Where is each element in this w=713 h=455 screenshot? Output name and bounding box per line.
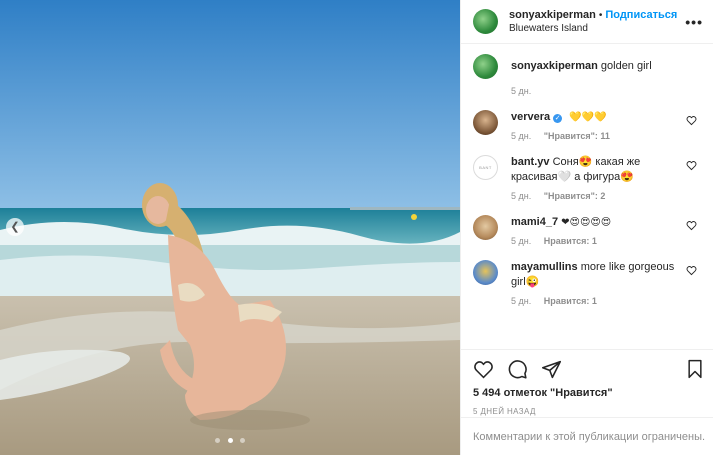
caption-text: golden girl xyxy=(600,60,652,72)
beach-photo xyxy=(0,0,460,455)
verified-badge-icon: ✓ xyxy=(553,114,563,123)
caption-time[interactable]: 5 дн. xyxy=(511,86,531,96)
commenter-avatar[interactable] xyxy=(473,215,498,240)
carousel-dot xyxy=(215,438,221,443)
comment-item: BANT bant.yv Соня😍 какая же красивая🤍 а … xyxy=(473,155,701,201)
comment-likes[interactable]: Нравится: 1 xyxy=(544,296,597,306)
author-username[interactable]: sonyaxkiperman xyxy=(509,9,596,21)
comment-item: mayamullins more like gorgeous girl😜 5 д… xyxy=(473,260,701,306)
commenter-username[interactable]: ververa xyxy=(511,111,550,123)
comments-list: sonyaxkiperman golden girl 5 дн. ververa… xyxy=(461,44,713,349)
post-timestamp[interactable]: 5 ДНЕЙ НАЗАД xyxy=(473,407,701,416)
comments-disabled-notice: Комментарии к этой публикации ограничены… xyxy=(461,417,713,455)
post-header: sonyaxkiperman • Подписаться Bluewaters … xyxy=(461,0,713,44)
post-photo[interactable]: ❮ xyxy=(0,0,460,455)
likes-count[interactable]: 5 494 отметок "Нравится" xyxy=(473,387,701,399)
post-panel: sonyaxkiperman • Подписаться Bluewaters … xyxy=(460,0,713,455)
caption: sonyaxkiperman golden girl 5 дн. xyxy=(473,54,701,96)
speech-bubble-icon[interactable] xyxy=(507,359,528,380)
commenter-username[interactable]: mayamullins xyxy=(511,261,578,273)
comment-time[interactable]: 5 дн. xyxy=(511,191,531,201)
comment-time[interactable]: 5 дн. xyxy=(511,236,531,246)
comment-time[interactable]: 5 дн. xyxy=(511,131,531,141)
avatar-logo-text: BANT xyxy=(479,165,492,170)
comment-text: ❤😍😍😍😍 xyxy=(561,217,612,228)
like-comment-heart-icon[interactable] xyxy=(686,265,697,276)
carousel-indicator xyxy=(0,434,460,446)
commenter-avatar[interactable]: BANT xyxy=(473,155,498,180)
carousel-dot xyxy=(239,438,245,443)
comment-likes[interactable]: "Нравится": 11 xyxy=(544,131,610,141)
heart-icon[interactable] xyxy=(473,359,494,380)
like-comment-heart-icon[interactable] xyxy=(686,220,697,231)
comment-time[interactable]: 5 дн. xyxy=(511,296,531,306)
separator-dot: • xyxy=(598,9,603,21)
comment-text: 💛💛💛 xyxy=(569,112,607,123)
comment-item: ververa ✓ 💛💛💛 5 дн. "Нравится": 11 xyxy=(473,110,701,141)
caption-username[interactable]: sonyaxkiperman xyxy=(511,60,598,72)
commenter-avatar[interactable] xyxy=(473,260,498,285)
like-comment-heart-icon[interactable] xyxy=(686,115,697,126)
bookmark-icon[interactable] xyxy=(685,359,705,379)
author-avatar[interactable] xyxy=(473,9,498,34)
comment-item: mami4_7 ❤😍😍😍😍 5 дн. Нравится: 1 xyxy=(473,215,701,246)
comment-likes[interactable]: Нравится: 1 xyxy=(544,236,597,246)
commenter-avatar[interactable] xyxy=(473,110,498,135)
carousel-dot-active xyxy=(227,438,233,443)
commenter-username[interactable]: mami4_7 xyxy=(511,216,558,228)
post-actions: 5 494 отметок "Нравится" 5 ДНЕЙ НАЗАД xyxy=(461,349,713,417)
caption-avatar[interactable] xyxy=(473,54,498,79)
commenter-username[interactable]: bant.yv xyxy=(511,156,550,168)
comment-likes[interactable]: "Нравится": 2 xyxy=(544,191,606,201)
like-comment-heart-icon[interactable] xyxy=(686,160,697,171)
post-location[interactable]: Bluewaters Island xyxy=(509,23,677,34)
previous-photo-button[interactable]: ❮ xyxy=(6,218,24,236)
paper-plane-icon[interactable] xyxy=(541,359,562,380)
chevron-left-icon: ❮ xyxy=(10,221,20,233)
more-options-icon[interactable]: ••• xyxy=(685,14,703,30)
follow-button[interactable]: Подписаться xyxy=(605,9,677,21)
